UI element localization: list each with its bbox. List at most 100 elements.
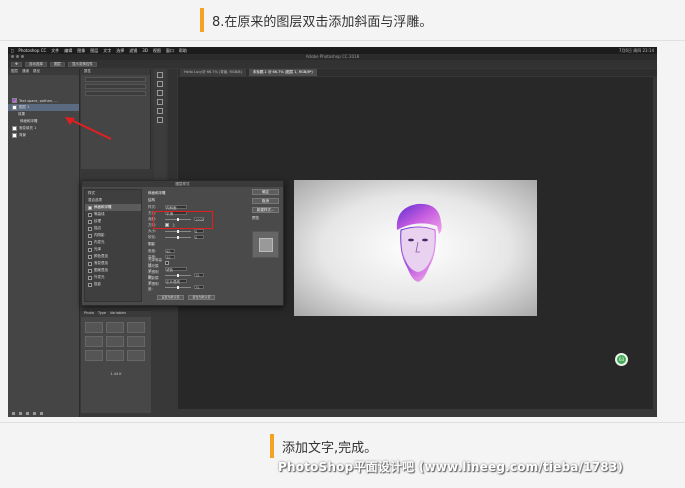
notification-badge[interactable]: 63 — [615, 353, 628, 366]
tab-layers[interactable]: 图层 — [11, 69, 18, 75]
option-layer[interactable]: 图层 — [49, 61, 65, 67]
style-checkbox[interactable] — [88, 247, 92, 252]
menu-item[interactable]: 窗口 — [166, 48, 174, 54]
menu-item[interactable]: 视图 — [153, 48, 161, 54]
document-canvas[interactable] — [294, 180, 537, 316]
menu-item[interactable]: 图层 — [90, 48, 98, 54]
preview-checkbox[interactable]: 预览 — [252, 216, 279, 222]
action-button[interactable] — [85, 336, 103, 347]
tab-paths[interactable]: 路径 — [33, 69, 40, 75]
fx-icon[interactable] — [19, 412, 22, 415]
menu-item[interactable]: 编辑 — [64, 48, 72, 54]
type-tool-icon[interactable] — [157, 117, 163, 123]
action-button[interactable] — [85, 350, 103, 361]
style-checkbox[interactable] — [88, 240, 92, 245]
option-auto-select[interactable]: 自动选择 — [24, 61, 47, 67]
option-transform[interactable]: 显示变换控件 — [67, 61, 97, 67]
gloss-contour-swatch[interactable] — [165, 261, 169, 265]
highlight-opacity-slider[interactable] — [165, 273, 191, 277]
tab-channels[interactable]: 通道 — [22, 69, 29, 75]
style-item[interactable]: 内阴影 — [85, 232, 141, 239]
style-item[interactable]: 描边 — [85, 225, 141, 232]
menu-item[interactable]: 选择 — [116, 48, 124, 54]
menu-item[interactable]: 文件 — [51, 48, 59, 54]
property-field[interactable] — [85, 77, 146, 82]
style-item[interactable]: 纹理 — [85, 218, 141, 225]
soften-slider[interactable] — [165, 235, 191, 239]
style-item[interactable]: 等高线 — [85, 211, 141, 218]
style-item[interactable]: 颜色叠加 — [85, 253, 141, 260]
style-checkbox[interactable] — [88, 233, 92, 238]
action-button[interactable] — [127, 336, 145, 347]
new-layer-icon[interactable] — [33, 412, 36, 415]
doc-tab-active[interactable]: 未标题-1 @ 66.7% (图层 1, RGB/8*) — [248, 69, 317, 76]
link-icon[interactable] — [12, 412, 15, 415]
close-window-icon[interactable] — [11, 55, 14, 58]
style-checkbox[interactable] — [88, 254, 92, 259]
style-checkbox[interactable] — [88, 205, 92, 210]
action-button[interactable] — [106, 336, 124, 347]
action-button[interactable] — [127, 350, 145, 361]
style-item[interactable]: 样式 — [85, 190, 141, 197]
highlight-mode-select[interactable]: 滤色 — [165, 267, 187, 272]
lasso-tool-icon[interactable] — [157, 90, 163, 96]
ok-button[interactable]: 确定 — [252, 189, 279, 195]
apple-icon[interactable]:  — [11, 48, 13, 53]
marquee-tool-icon[interactable] — [157, 81, 163, 87]
reset-default-button[interactable]: 复位为默认值 — [188, 295, 215, 300]
highlight-opacity-input[interactable]: 75 — [194, 273, 204, 278]
shadow-opacity-input[interactable]: 75 — [194, 285, 204, 290]
style-select[interactable]: 内斜面 — [165, 205, 187, 210]
style-item-bevel[interactable]: 斜面和浮雕 — [85, 204, 141, 211]
menu-item[interactable]: 文字 — [103, 48, 111, 54]
minimize-window-icon[interactable] — [16, 55, 19, 58]
menu-item[interactable]: 3D — [142, 48, 148, 53]
shadow-opacity-slider[interactable] — [165, 285, 191, 289]
style-item[interactable]: 混合选项 — [85, 197, 141, 204]
property-field[interactable] — [85, 84, 146, 89]
style-checkbox[interactable] — [88, 261, 92, 266]
action-button[interactable] — [127, 322, 145, 333]
tab-variables[interactable]: Variables — [110, 311, 126, 317]
property-field[interactable] — [85, 91, 146, 96]
size-input[interactable]: 0 — [194, 229, 204, 234]
style-item[interactable]: 内发光 — [85, 239, 141, 246]
style-checkbox[interactable] — [88, 212, 92, 217]
menu-item[interactable]: 帮助 — [179, 48, 187, 54]
tab-photo[interactable]: Photo — [84, 311, 94, 317]
new-style-button[interactable]: 新建样式... — [252, 207, 279, 213]
brush-tool-icon[interactable] — [157, 108, 163, 114]
altitude-input[interactable]: 30 — [165, 255, 175, 260]
style-checkbox[interactable] — [88, 282, 92, 287]
zoom-window-icon[interactable] — [21, 55, 24, 58]
menu-item[interactable]: 图像 — [77, 48, 85, 54]
style-checkbox[interactable] — [88, 226, 92, 231]
size-slider[interactable] — [165, 229, 191, 233]
layer-row[interactable]: Text space, pothan, ... — [8, 97, 79, 104]
layer-row-selected[interactable]: 图层 1 — [8, 104, 79, 111]
angle-input[interactable]: 90 — [165, 249, 175, 254]
style-item[interactable]: 图案叠加 — [85, 267, 141, 274]
soften-input[interactable]: 0 — [194, 235, 204, 240]
action-button[interactable] — [85, 322, 103, 333]
tab-type[interactable]: Type — [98, 311, 106, 317]
menu-item[interactable]: 滤镜 — [129, 48, 137, 54]
style-checkbox[interactable] — [88, 275, 92, 280]
action-button[interactable] — [106, 350, 124, 361]
shadow-mode-select[interactable]: 正片叠底 — [165, 279, 187, 284]
style-checkbox[interactable] — [88, 268, 92, 273]
style-item[interactable]: 外发光 — [85, 274, 141, 281]
style-checkbox[interactable] — [88, 219, 92, 224]
doc-tab[interactable]: Hello Lucy@ 66.7% (背景, RGB/8) — [180, 69, 246, 76]
move-tool-icon[interactable] — [157, 72, 163, 78]
action-button[interactable] — [106, 322, 124, 333]
move-tool-icon[interactable]: ✥ — [11, 61, 22, 67]
style-item[interactable]: 投影 — [85, 281, 141, 288]
trash-icon[interactable] — [40, 412, 43, 415]
style-item[interactable]: 渐变叠加 — [85, 260, 141, 267]
mask-icon[interactable] — [26, 412, 29, 415]
style-item[interactable]: 光泽 — [85, 246, 141, 253]
menu-item[interactable]: Photoshop CC — [18, 48, 46, 53]
cancel-button[interactable]: 取消 — [252, 198, 279, 204]
make-default-button[interactable]: 设置为默认值 — [157, 295, 184, 300]
